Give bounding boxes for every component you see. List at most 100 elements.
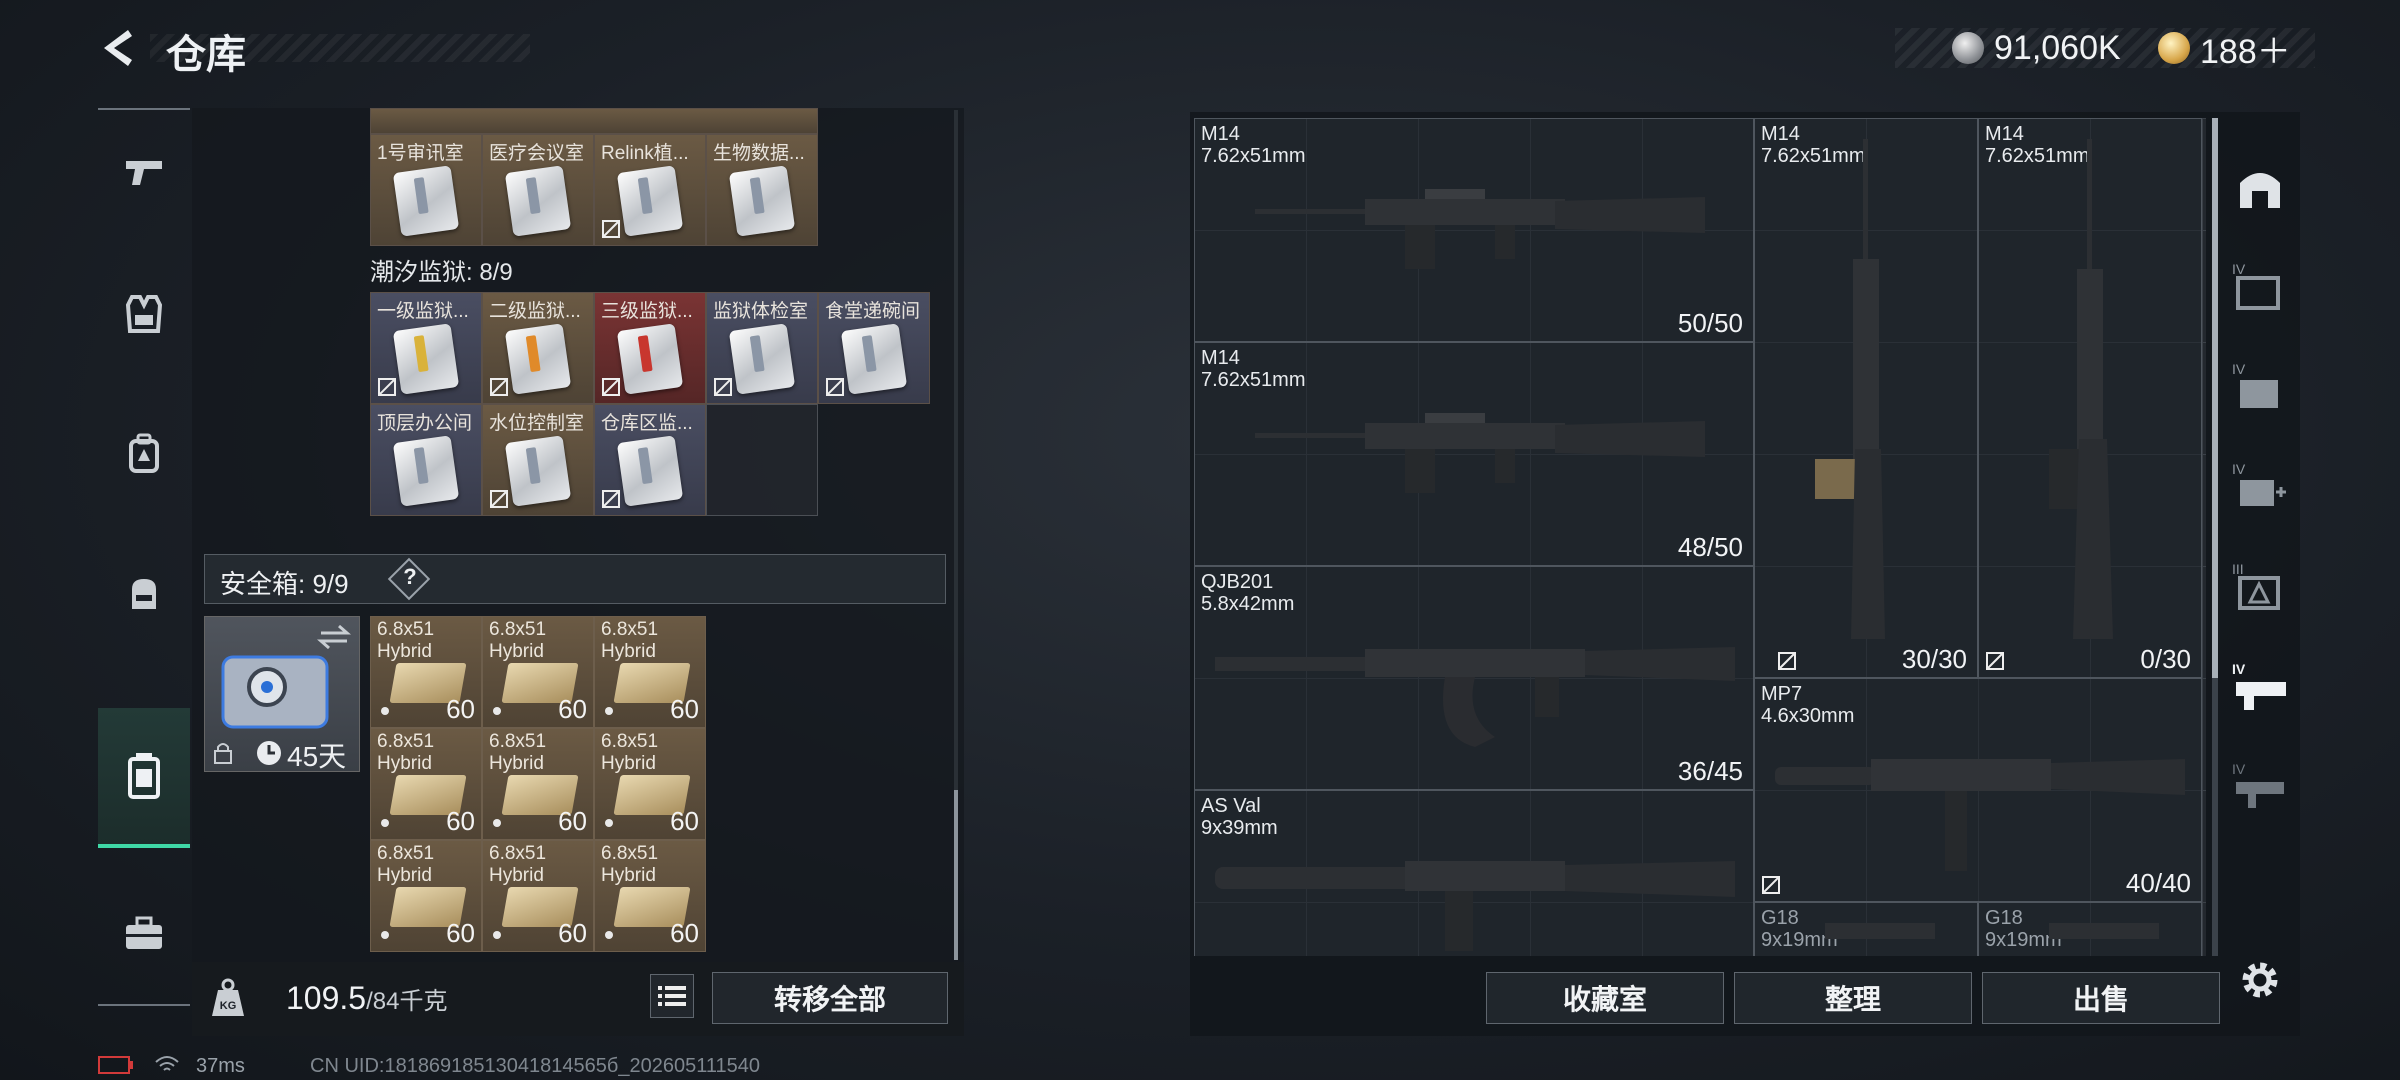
- keycard-slot[interactable]: 一级监狱...: [370, 292, 482, 404]
- ammo-rarity-dot: [605, 931, 613, 939]
- nav-weapons[interactable]: [98, 108, 190, 238]
- no-authorization-icon: [602, 378, 620, 396]
- weapon-caliber: 7.62x51mm: [1201, 145, 1306, 167]
- gold-currency[interactable]: 188＋: [2158, 26, 2291, 71]
- ammo-stack[interactable]: 6.8x51 Hybrid 60: [370, 616, 482, 728]
- ammo-stack[interactable]: 6.8x51 Hybrid 60: [594, 728, 706, 840]
- filter-tier4-chest[interactable]: IV: [2220, 338, 2300, 438]
- keycard-slot[interactable]: Relink植...: [594, 134, 706, 246]
- weapon-item[interactable]: MP7 4.6x30mm 40/40: [1754, 678, 2202, 902]
- weight-readout: 109.5/84千克: [286, 980, 447, 1017]
- ammo-caliber: 6.8x51: [377, 619, 435, 640]
- keycard-slot[interactable]: 1号审讯室: [370, 134, 482, 246]
- ammo-caliber: 6.8x51: [377, 843, 435, 864]
- nav-armor[interactable]: [98, 248, 190, 378]
- svg-text:KG: KG: [220, 1000, 237, 1012]
- ammo-rarity-dot: [381, 819, 389, 827]
- filter-tier4-armor[interactable]: IV: [2220, 238, 2300, 338]
- nav-warehouse[interactable]: [98, 708, 190, 848]
- nav-backpack[interactable]: [98, 388, 190, 518]
- weapon-item[interactable]: M14 7.62x51mm 48/50: [1194, 342, 1754, 566]
- ammo-caliber: 6.8x51: [489, 619, 547, 640]
- keycard-slot[interactable]: 顶层办公间: [370, 404, 482, 516]
- nav-bag[interactable]: [98, 528, 190, 658]
- weapon-scroll-thumb[interactable]: [2212, 118, 2218, 678]
- sell-button[interactable]: 出售: [1982, 972, 2220, 1024]
- weapon-item[interactable]: M14 7.62x51mm 50/50: [1194, 118, 1754, 342]
- tier4-smg-icon: IV: [2232, 761, 2284, 808]
- ammo-stack[interactable]: 6.8x51 Hybrid 60: [594, 840, 706, 952]
- tier4-rifle-icon: IV: [2232, 661, 2286, 710]
- no-authorization-icon: [490, 490, 508, 508]
- swap-icon[interactable]: [317, 623, 351, 651]
- keycard-slot[interactable]: 三级监狱...: [594, 292, 706, 404]
- nav-toolbox[interactable]: [98, 868, 190, 998]
- page-title: 仓库: [166, 33, 246, 77]
- silver-coin-icon: [1952, 32, 1984, 64]
- ping-readout: 37ms: [196, 1055, 245, 1077]
- ammo-count: 60: [446, 918, 475, 948]
- back-arrow-icon: [104, 30, 132, 66]
- container-icon: [128, 753, 160, 799]
- filter-tier4-smg[interactable]: IV: [2220, 738, 2300, 838]
- ammo-type: Hybrid: [601, 641, 656, 662]
- weapon-name: M14: [1201, 123, 1240, 145]
- weapon-item[interactable]: M14 7.62x51mm 0/30: [1978, 118, 2202, 678]
- keycard-slot[interactable]: 仓库区监...: [594, 404, 706, 516]
- keycard-icon: [616, 323, 684, 395]
- keycard-slot[interactable]: 医疗会议室: [482, 134, 594, 246]
- ammo-rarity-dot: [493, 707, 501, 715]
- filter-tier4-medkit[interactable]: IV: [2220, 438, 2300, 538]
- weapon-item[interactable]: G18 9x19mm: [1754, 902, 1978, 956]
- weapon-item[interactable]: AS Val 9x39mm: [1194, 790, 1754, 956]
- list-view-button[interactable]: [650, 974, 694, 1018]
- transfer-all-button[interactable]: 转移全部: [712, 972, 948, 1024]
- ammo-stack[interactable]: 6.8x51 Hybrid 60: [370, 840, 482, 952]
- gold-coin-icon: [2158, 32, 2190, 64]
- keycard-icon: [616, 165, 684, 237]
- keycard-icon: [392, 435, 460, 507]
- ammo-stack[interactable]: 6.8x51 Hybrid 60: [594, 616, 706, 728]
- bag-icon: [132, 579, 156, 609]
- back-button[interactable]: [98, 24, 146, 72]
- ammo-type: Hybrid: [601, 753, 656, 774]
- keycard-icon: [504, 323, 572, 395]
- keycard-slot[interactable]: 生物数据...: [706, 134, 818, 246]
- filter-tier3-helmet[interactable]: III: [2220, 538, 2300, 638]
- keycard-slot[interactable]: 二级监狱...: [482, 292, 594, 404]
- weapon-name: MP7: [1761, 683, 1803, 705]
- keycard-icon: [616, 435, 684, 507]
- ammo-rarity-dot: [493, 931, 501, 939]
- wifi-icon: [155, 1056, 179, 1071]
- ammo-stack[interactable]: 6.8x51 Hybrid 60: [370, 728, 482, 840]
- ammo-stack[interactable]: 6.8x51 Hybrid 60: [482, 616, 594, 728]
- weapon-item[interactable]: M14 7.62x51mm 30/30: [1754, 118, 1978, 678]
- no-authorization-icon: [378, 378, 396, 396]
- keycard-slot[interactable]: 食堂递碗间: [818, 292, 930, 404]
- ammo-stack[interactable]: 6.8x51 Hybrid 60: [482, 728, 594, 840]
- filter-tier4-rifle[interactable]: IV: [2220, 638, 2300, 738]
- settings-gear-icon: [2242, 962, 2278, 998]
- weight-capacity: /84千克: [366, 988, 448, 1015]
- silver-currency[interactable]: 91,060K: [1952, 26, 2121, 70]
- safebox-container[interactable]: 45天: [204, 616, 360, 772]
- empty-keycard-slot[interactable]: [706, 404, 818, 516]
- weapon-item[interactable]: G18 9x19mm: [1978, 902, 2202, 956]
- keycard-slot[interactable]: 监狱体检室: [706, 292, 818, 404]
- weapon-item[interactable]: QJB201 5.8x42mm 36/45: [1194, 566, 1754, 790]
- stash-scroll-thumb[interactable]: [954, 790, 958, 960]
- ammo-count: 60: [670, 694, 699, 724]
- uid-readout: CN UID:18186918513041814565б_20260511154…: [310, 1055, 760, 1077]
- settings-button[interactable]: [2220, 940, 2300, 1020]
- tier3-helmet-icon: III: [2232, 561, 2280, 610]
- ammo-stack[interactable]: 6.8x51 Hybrid 60: [482, 840, 594, 952]
- vest-icon: [125, 295, 163, 333]
- organize-button[interactable]: 整理: [1734, 972, 1972, 1024]
- keycard-slot[interactable]: 水位控制室: [482, 404, 594, 516]
- weapon-ammo: 40/40: [2125, 868, 2191, 898]
- filter-vault[interactable]: [2220, 138, 2300, 238]
- collection-room-button[interactable]: 收藏室: [1486, 972, 1724, 1024]
- svg-text:IV: IV: [2232, 461, 2246, 477]
- ammo-type: Hybrid: [489, 753, 544, 774]
- ammo-rarity-dot: [493, 819, 501, 827]
